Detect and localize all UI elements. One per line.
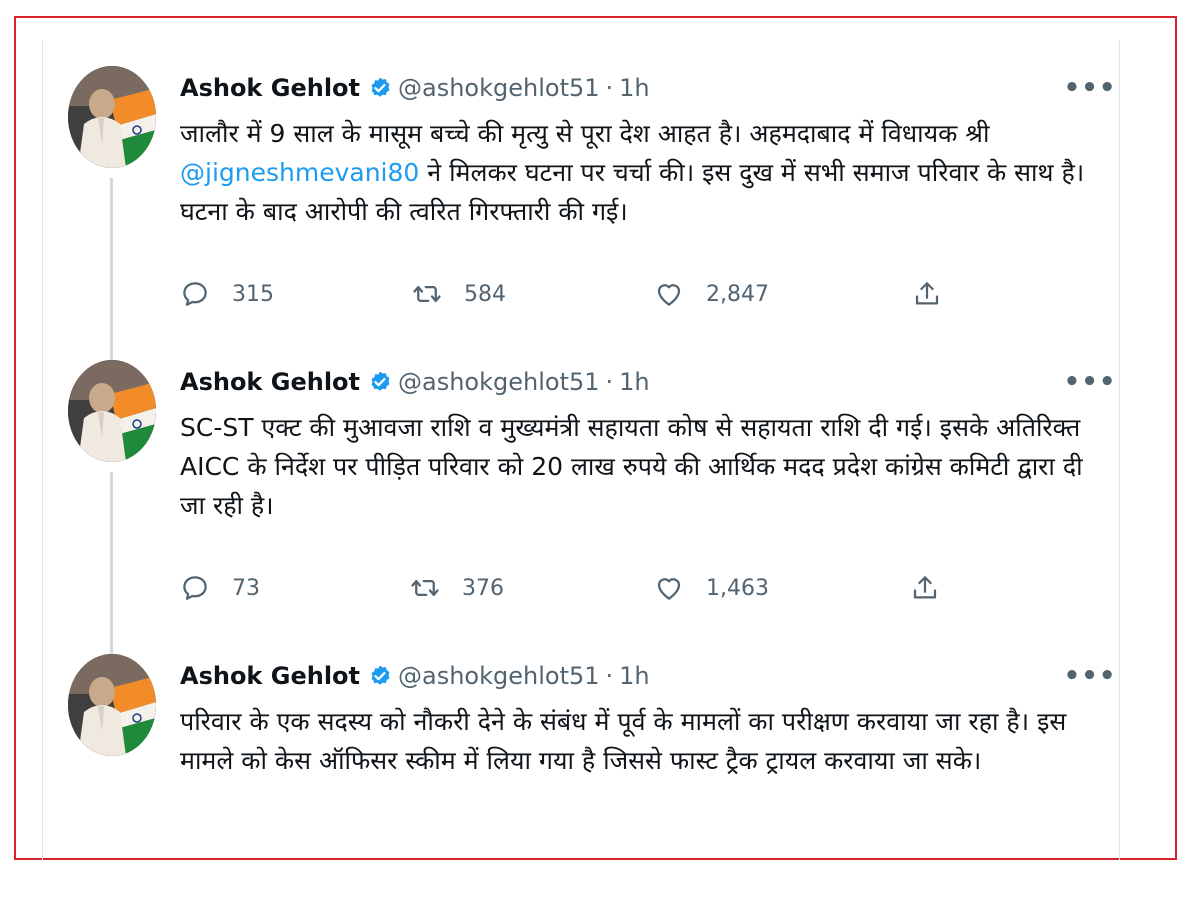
retweet-count: 584 <box>464 281 506 307</box>
avatar[interactable] <box>68 66 156 168</box>
verified-badge-icon <box>368 76 392 100</box>
tweet-text: जालौर में 9 साल के मासूम बच्चे की मृत्यु… <box>180 114 1100 231</box>
share-icon <box>915 282 939 305</box>
share-button[interactable] <box>910 568 940 608</box>
like-count: 2,847 <box>706 281 769 307</box>
tweet-actions: 73 376 1,463 <box>180 568 940 608</box>
retweet-icon <box>411 580 439 596</box>
tweet-header: Ashok Gehlot @ashokgehlot51 · 1h <box>180 72 650 104</box>
retweet-icon <box>413 286 441 302</box>
like-icon <box>657 284 681 306</box>
author-name[interactable]: Ashok Gehlot <box>180 72 360 104</box>
like-button[interactable]: 2,847 <box>654 274 769 314</box>
mention-link[interactable]: @jigneshmevani80 <box>180 158 419 187</box>
share-icon <box>913 576 937 599</box>
more-options-icon[interactable]: ••• <box>1064 73 1116 103</box>
author-handle[interactable]: @ashokgehlot51 <box>398 72 600 104</box>
separator-dot: · <box>605 368 614 396</box>
share-button[interactable] <box>912 274 942 314</box>
tweet-timestamp[interactable]: 1h <box>619 660 649 692</box>
author-handle[interactable]: @ashokgehlot51 <box>398 660 600 692</box>
tweet-timestamp[interactable]: 1h <box>619 366 649 398</box>
retweet-count: 376 <box>462 575 504 601</box>
tweet-2[interactable]: Ashok Gehlot @ashokgehlot51 · 1h ••• SC-… <box>68 360 1116 630</box>
verified-badge-icon <box>368 370 392 394</box>
author-name[interactable]: Ashok Gehlot <box>180 660 360 692</box>
tweet-header: Ashok Gehlot @ashokgehlot51 · 1h <box>180 366 650 398</box>
tweet-actions: 315 584 2,847 <box>180 274 940 314</box>
avatar[interactable] <box>68 654 156 756</box>
tweet-text: परिवार के एक सदस्य को नौकरी देने के संबं… <box>180 707 1067 775</box>
reply-button[interactable]: 315 <box>180 274 274 314</box>
retweet-button[interactable]: 376 <box>410 568 504 608</box>
reply-count: 73 <box>232 575 260 601</box>
more-options-icon[interactable]: ••• <box>1064 661 1116 691</box>
verified-badge-icon <box>368 664 392 688</box>
reply-icon <box>183 576 207 600</box>
author-name[interactable]: Ashok Gehlot <box>180 366 360 398</box>
reply-button[interactable]: 73 <box>180 568 260 608</box>
tweet-1[interactable]: Ashok Gehlot @ashokgehlot51 · 1h ••• जाल… <box>68 66 1116 336</box>
author-handle[interactable]: @ashokgehlot51 <box>398 366 600 398</box>
retweet-button[interactable]: 584 <box>412 274 506 314</box>
separator-dot: · <box>605 74 614 102</box>
tweet-text-part: जालौर में 9 साल के मासूम बच्चे की मृत्यु… <box>180 119 990 148</box>
like-count: 1,463 <box>706 575 769 601</box>
tweet-timestamp[interactable]: 1h <box>619 72 649 104</box>
tweet-3[interactable]: Ashok Gehlot @ashokgehlot51 · 1h ••• परि… <box>68 654 1116 924</box>
reply-count: 315 <box>232 281 274 307</box>
reply-icon <box>183 282 207 306</box>
tweet-header: Ashok Gehlot @ashokgehlot51 · 1h <box>180 660 650 692</box>
like-icon <box>657 578 681 600</box>
more-options-icon[interactable]: ••• <box>1064 367 1116 397</box>
like-button[interactable]: 1,463 <box>654 568 769 608</box>
avatar[interactable] <box>68 360 156 462</box>
tweet-text: SC-ST एक्ट की मुआवजा राशि व मुख्यमंत्री … <box>180 413 1083 520</box>
separator-dot: · <box>605 662 614 690</box>
